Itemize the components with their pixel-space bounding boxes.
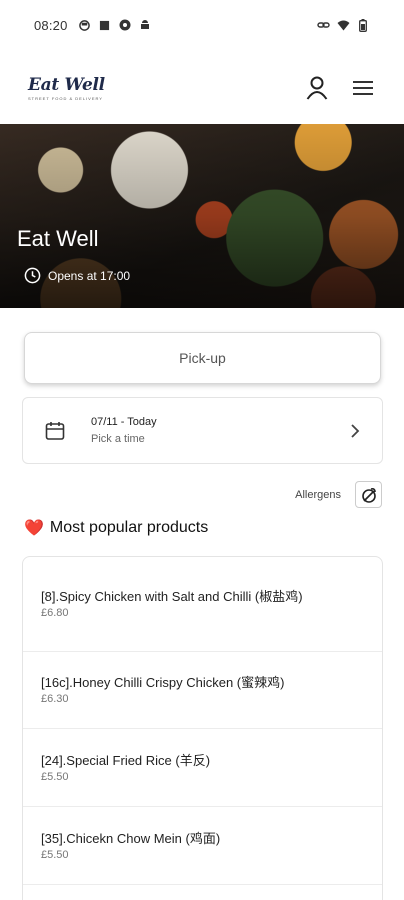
product-name: [8].Spicy Chicken with Salt and Chilli (… [41,589,303,604]
allergens-button[interactable] [355,481,382,508]
account-button[interactable] [304,75,330,101]
android-icon [138,18,152,32]
status-bar: 08:20 [0,0,404,50]
time-hint: Pick a time [91,433,145,445]
clock-icon [24,267,41,284]
time-date: 07/11 - Today [91,416,157,428]
allergen-icon [361,487,376,503]
logo[interactable]: Eat Well STREET FOOD & DELIVERY [28,75,105,101]
product-price: £5.50 [41,770,69,783]
opening-hours: Opens at 17:00 [24,267,130,284]
product-item[interactable]: [16c].Honey Chilli Crispy Chicken (蜜辣鸡) … [23,652,382,729]
status-right [316,18,370,32]
logo-text: Eat Well [28,75,105,95]
section-title-text: Most popular products [49,519,209,536]
product-price: £5.50 [41,848,69,861]
link-icon [316,18,330,32]
settings-icon [118,18,132,32]
user-icon [306,76,328,100]
product-list: [8].Spicy Chicken with Salt and Chilli (… [22,556,383,900]
calendar-icon [45,421,65,440]
product-item[interactable]: [35].Chicekn Chow Mein (鸡面) £5.50 [23,807,382,885]
pickup-button[interactable]: Pick-up [24,332,381,384]
product-name: [16c].Honey Chilli Crispy Chicken (蜜辣鸡) [41,675,285,690]
product-name: [24].Special Fried Rice (羊反) [41,752,211,768]
chevron-right-icon [351,423,360,438]
product-price: £6.80 [41,607,69,619]
allergens-label: Allergens [295,488,341,501]
time-text: 07/11 - Today Pick a time [91,416,157,445]
section-title: ❤️ Most popular products [24,518,208,538]
pickup-time-selector[interactable]: 07/11 - Today Pick a time [22,397,383,464]
status-left: 08:20 [34,18,152,33]
menu-button[interactable] [350,75,376,101]
hamburger-icon [353,81,373,95]
header-actions [304,75,376,101]
wifi-icon [336,18,350,32]
sync-icon [78,18,92,32]
product-item[interactable]: [8].Spicy Chicken with Salt and Chilli (… [23,557,382,652]
hero-banner: Eat Well Opens at 17:00 [0,124,404,308]
product-item[interactable]: [24].Special Fried Rice (羊反) £5.50 [23,729,382,807]
opening-hours-text: Opens at 17:00 [48,268,131,283]
battery-icon [356,18,370,32]
status-time: 08:20 [34,17,68,33]
square-icon [98,18,112,32]
logo-tagline: STREET FOOD & DELIVERY [28,96,103,101]
product-name: [35].Chicekn Chow Mein (鸡面) [41,830,221,846]
product-price: £6.30 [41,693,69,705]
restaurant-name: Eat Well [17,226,99,251]
app-header: Eat Well STREET FOOD & DELIVERY [0,60,404,116]
heart-icon: ❤️ [24,520,44,537]
allergens-row: Allergens [295,481,382,508]
